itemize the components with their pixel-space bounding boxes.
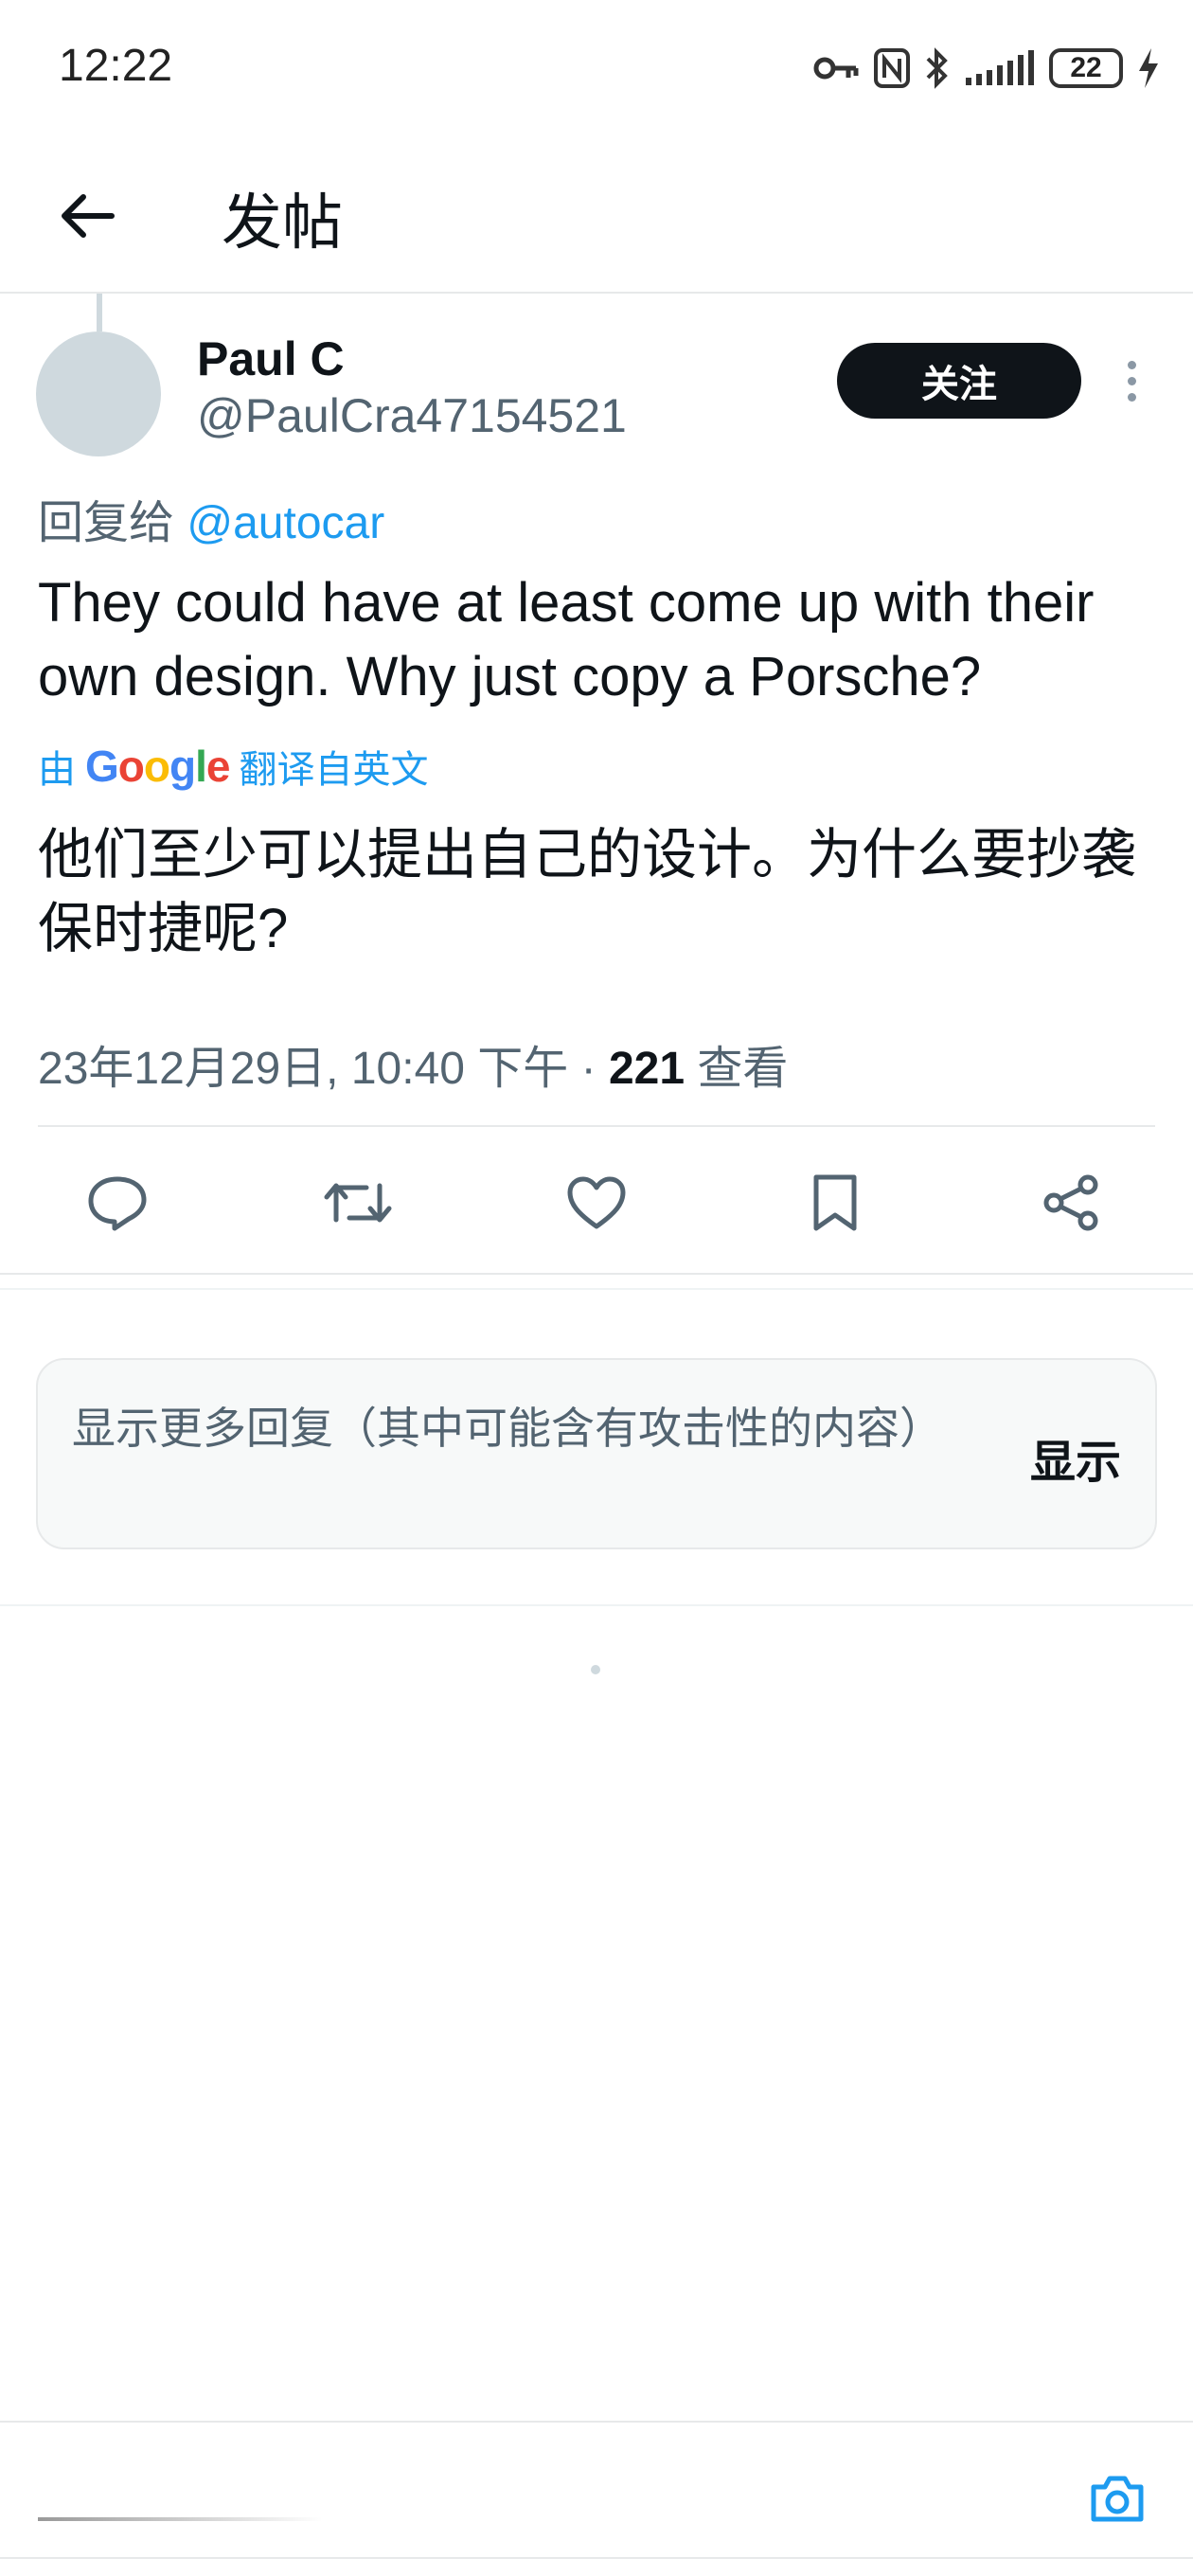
- divider: [0, 1604, 1193, 1606]
- reply-input-underline: [38, 2517, 322, 2521]
- google-logo: Google: [85, 742, 230, 791]
- follow-button[interactable]: 关注: [837, 343, 1081, 419]
- divider: [0, 1288, 1193, 1290]
- status-time: 12:22: [59, 41, 173, 91]
- like-button[interactable]: [549, 1155, 644, 1250]
- page-title: 发帖: [222, 188, 343, 257]
- translated-text: 他们至少可以提出自己的设计。为什么要抄袭保时捷呢?: [38, 824, 1137, 959]
- bookmark-button[interactable]: [788, 1155, 882, 1250]
- battery-icon: 22: [1049, 48, 1123, 88]
- reply-prefix: 回复给: [38, 498, 175, 548]
- thread-line: [97, 294, 102, 331]
- views-count: 221: [608, 1044, 686, 1094]
- status-icons: 22: [812, 42, 1161, 95]
- divider: [0, 1273, 1193, 1275]
- more-replies-text: 显示更多回复（其中可能含有攻击性的内容）: [72, 1404, 943, 1453]
- battery-level: 22: [1070, 52, 1102, 83]
- back-button[interactable]: [49, 178, 125, 254]
- more-replies-panel: 显示更多回复（其中可能含有攻击性的内容） 显示: [36, 1358, 1157, 1549]
- more-dot-icon: [1127, 360, 1136, 369]
- camera-icon: [1091, 2476, 1144, 2522]
- avatar[interactable]: [36, 331, 161, 456]
- loading-indicator: [591, 1665, 600, 1674]
- share-icon: [1043, 1174, 1098, 1231]
- reply-to-line: 回复给 @autocar: [38, 485, 384, 551]
- reply-icon: [88, 1176, 147, 1231]
- arrow-left-icon: [62, 194, 115, 238]
- reply-button[interactable]: [70, 1155, 165, 1250]
- author-handle[interactable]: @PaulCra47154521: [197, 388, 627, 443]
- views-label: 查看: [685, 1044, 789, 1094]
- header: 发帖: [0, 152, 1193, 294]
- post-text: They could have at least come up with th…: [38, 572, 1095, 707]
- more-dot-icon: [1127, 392, 1136, 402]
- status-bar: 12:22 22: [0, 0, 1193, 133]
- bluetooth-icon: [926, 47, 948, 89]
- share-button[interactable]: [1024, 1155, 1119, 1250]
- post-meta: 23年12月29日, 10:40 下午 · 221 查看: [38, 1030, 788, 1097]
- translated-by[interactable]: 由 Google 翻译自英文: [38, 739, 428, 794]
- bookmark-icon: [813, 1174, 857, 1231]
- repost-icon: [324, 1183, 392, 1223]
- charging-icon: [1139, 48, 1158, 88]
- like-icon: [567, 1176, 626, 1229]
- more-dot-icon: [1127, 376, 1136, 385]
- divider: [38, 1125, 1155, 1127]
- translated-suffix: 翻译自英文: [239, 749, 429, 791]
- signal-icon: [966, 50, 1034, 85]
- nfc-icon: [874, 48, 910, 88]
- key-icon: [813, 57, 859, 80]
- camera-button[interactable]: [1087, 2468, 1148, 2529]
- repost-button[interactable]: [311, 1155, 405, 1250]
- post-timestamp: 23年12月29日, 10:40 下午 ·: [38, 1044, 609, 1094]
- more-options-button[interactable]: [1108, 352, 1155, 409]
- translated-prefix: 由: [38, 749, 76, 791]
- author-display-name[interactable]: Paul C: [197, 331, 345, 386]
- show-more-replies-button[interactable]: 显示: [1030, 1424, 1121, 1491]
- action-bar: [0, 1155, 1193, 1250]
- reply-compose-bar: [0, 2421, 1193, 2559]
- reply-mention-link[interactable]: @autocar: [187, 498, 384, 548]
